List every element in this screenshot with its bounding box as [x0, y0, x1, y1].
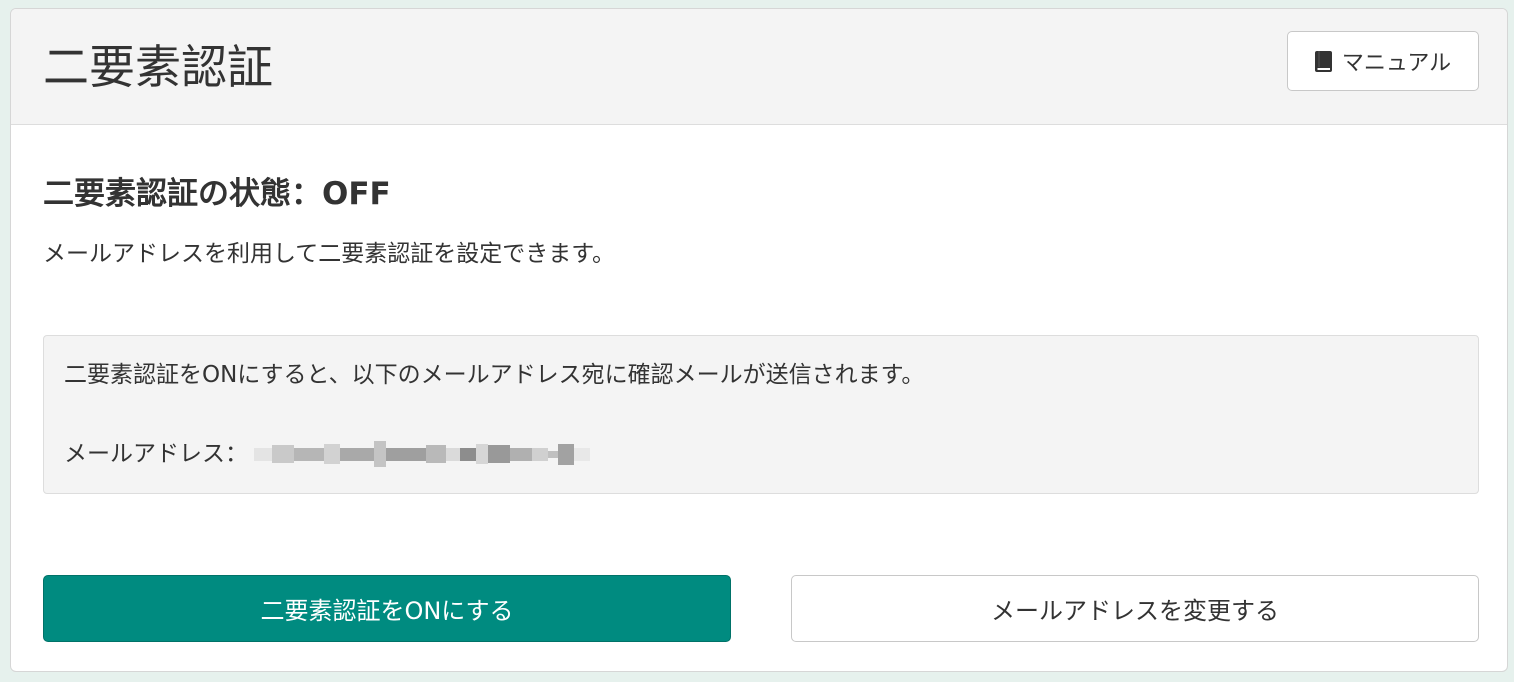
manual-button[interactable]: マニュアル — [1287, 31, 1479, 91]
book-icon — [1314, 50, 1332, 72]
info-message: 二要素認証をONにすると、以下のメールアドレス宛に確認メールが送信されます。 — [64, 362, 925, 388]
enable-two-factor-button[interactable]: 二要素認証をONにする — [43, 575, 731, 642]
status-description: メールアドレスを利用して二要素認証を設定できます。 — [43, 241, 616, 267]
panel-header: 二要素認証 マニュアル — [11, 9, 1507, 125]
email-value-masked — [254, 439, 590, 469]
change-email-button[interactable]: メールアドレスを変更する — [791, 575, 1479, 642]
email-row: メールアドレス： — [64, 437, 590, 471]
page-title: 二要素認証 — [43, 40, 273, 94]
two-factor-panel: 二要素認証 マニュアル 二要素認証の状態：OFF メールアドレスを利用して二要素… — [10, 8, 1508, 672]
manual-button-label: マニュアル — [1341, 51, 1452, 76]
info-box: 二要素認証をONにすると、以下のメールアドレス宛に確認メールが送信されます。 メ… — [43, 335, 1479, 494]
status-heading: 二要素認証の状態：OFF — [43, 176, 391, 212]
email-label: メールアドレス： — [64, 441, 248, 467]
